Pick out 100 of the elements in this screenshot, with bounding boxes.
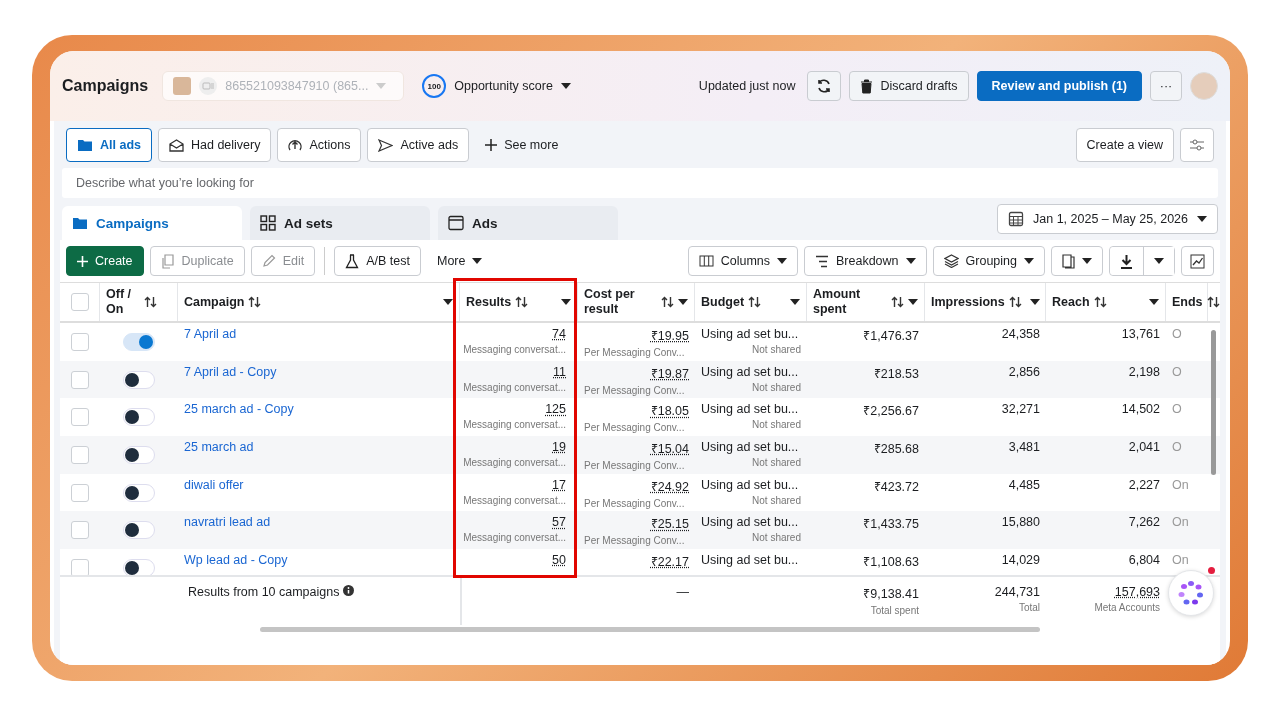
toggle-switch[interactable]	[123, 332, 155, 351]
sort-icon[interactable]	[515, 296, 529, 308]
caret-icon	[777, 258, 787, 264]
row-checkbox[interactable]	[71, 521, 89, 540]
document-icon	[1062, 253, 1075, 269]
campaign-link[interactable]: 25 march ad - Copy	[184, 402, 454, 417]
row-checkbox[interactable]	[71, 370, 89, 389]
see-more-button[interactable]: See more	[475, 130, 569, 160]
grouping-button[interactable]: Grouping	[932, 246, 1045, 276]
toggle-switch[interactable]	[123, 559, 155, 575]
sort-icon[interactable]	[661, 296, 674, 308]
filter-button[interactable]: Actions	[277, 128, 362, 162]
opportunity-score-button[interactable]: 100 Opportunity score	[422, 74, 571, 98]
toggle-switch[interactable]	[123, 408, 155, 427]
column-header[interactable]: Off / On	[106, 287, 140, 317]
table-cell-text: Using ad set bu...	[701, 402, 800, 417]
table-cell-text: ₹24.92	[650, 478, 689, 495]
caret-icon[interactable]	[1029, 299, 1040, 305]
breakdown-button[interactable]: Breakdown	[804, 246, 927, 276]
level-tab[interactable]: Ad sets	[250, 206, 430, 240]
table-cell: 14,502	[1121, 402, 1160, 417]
columns-button[interactable]: Columns	[687, 246, 798, 276]
sort-icon[interactable]	[1008, 296, 1022, 308]
campaign-link[interactable]: 25 march ad	[184, 440, 454, 455]
caret-icon[interactable]	[790, 299, 800, 305]
sort-icon[interactable]	[891, 296, 904, 308]
review-publish-button[interactable]: Review and publish (1)	[976, 71, 1142, 101]
search-field[interactable]: Describe what you’re looking for	[62, 168, 1218, 198]
toggle-switch[interactable]	[123, 370, 155, 389]
horizontal-scrollbar[interactable]	[260, 627, 1040, 632]
reports-button[interactable]	[1051, 246, 1103, 276]
more-options-button[interactable]: ···	[1150, 71, 1182, 101]
caret-icon	[472, 258, 483, 264]
caret-icon	[1082, 258, 1092, 264]
cell-caption: Per Messaging Conv...	[584, 460, 685, 472]
date-range-picker[interactable]: Jan 1, 2025 – May 25, 2026	[997, 204, 1218, 234]
filter-button[interactable]: All ads	[66, 128, 152, 162]
caret-icon	[560, 83, 571, 89]
toggle-switch[interactable]	[123, 483, 155, 502]
table-cell-text: ₹285.68	[873, 441, 919, 458]
settings-button[interactable]	[1180, 128, 1214, 162]
table-cell-text: O	[1172, 440, 1183, 455]
create-button[interactable]: Create	[66, 246, 144, 276]
column-header[interactable]: Ends	[1172, 294, 1203, 310]
column-header[interactable]: Reach	[1052, 294, 1090, 310]
campaign-link[interactable]: 7 April ad - Copy	[184, 364, 454, 379]
discard-drafts-button[interactable]: Discard drafts	[849, 71, 969, 101]
ab-test-button[interactable]: A/B test	[334, 246, 421, 276]
campaign-link[interactable]: 7 April ad	[184, 327, 454, 341]
filter-button[interactable]: Active ads	[367, 128, 470, 162]
toggle-switch[interactable]	[123, 445, 155, 464]
layers-icon	[943, 254, 959, 268]
window-icon	[448, 215, 464, 231]
info-icon[interactable]	[343, 585, 355, 596]
more-button[interactable]: More	[427, 246, 493, 276]
table-cell-text: ₹218.53	[873, 365, 919, 382]
table-cell-text: ₹19.95	[650, 328, 689, 344]
sort-icon[interactable]	[1206, 296, 1220, 308]
refresh-icon	[816, 78, 833, 94]
column-header[interactable]: Cost per result	[584, 287, 644, 317]
caret-icon[interactable]	[908, 299, 918, 305]
caret-icon[interactable]	[678, 299, 688, 305]
column-header[interactable]: Impressions	[931, 294, 1005, 310]
campaign-link[interactable]: Wp lead ad - Copy	[184, 553, 454, 568]
sort-icon[interactable]	[248, 296, 262, 308]
table-cell: 4,485	[1008, 477, 1040, 492]
export-menu-button[interactable]	[1143, 247, 1174, 275]
assistant-button[interactable]	[1168, 570, 1214, 616]
caret-icon[interactable]	[443, 299, 453, 305]
chart-button[interactable]	[1181, 246, 1214, 276]
table-cell: 57	[552, 515, 566, 530]
row-checkbox[interactable]	[71, 559, 89, 575]
campaign-link[interactable]: diwali offer	[184, 477, 454, 492]
row-checkbox[interactable]	[71, 483, 89, 502]
vertical-scrollbar[interactable]	[1211, 330, 1216, 475]
row-checkbox[interactable]	[71, 332, 89, 351]
toggle-switch[interactable]	[123, 521, 155, 540]
row-checkbox[interactable]	[71, 408, 89, 427]
column-header[interactable]: Campaign	[184, 294, 245, 310]
level-tab[interactable]: Ads	[438, 206, 618, 240]
create-view-button[interactable]: Create a view	[1075, 128, 1174, 162]
level-tab[interactable]: Campaigns	[62, 206, 242, 240]
column-header[interactable]: Budget	[701, 294, 745, 310]
caret-icon[interactable]	[1149, 299, 1159, 305]
sort-icon[interactable]	[144, 296, 157, 308]
refresh-button[interactable]	[807, 71, 842, 101]
sort-icon[interactable]	[748, 296, 762, 308]
plus-icon	[77, 255, 88, 267]
filter-button[interactable]: Had delivery	[158, 128, 272, 162]
table-cell: 74	[552, 327, 566, 341]
column-header[interactable]: Results	[466, 294, 512, 310]
select-all-checkbox[interactable]	[70, 293, 89, 311]
campaign-link[interactable]: navratri lead ad	[184, 515, 454, 530]
sort-icon[interactable]	[1093, 296, 1107, 308]
caret-icon[interactable]	[561, 299, 571, 305]
row-checkbox[interactable]	[71, 445, 89, 464]
column-header[interactable]: Amount spent	[813, 287, 873, 317]
caret-icon	[1154, 258, 1164, 264]
update-status: Updated just now	[698, 79, 796, 93]
table-cell-text: Using ad set bu...	[701, 515, 800, 530]
